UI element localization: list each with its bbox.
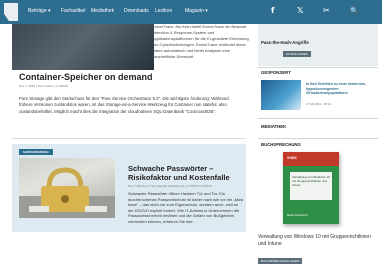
nav-item-label: Beiträge — [28, 8, 47, 14]
top-navbar: Beiträge ▾ Fachartikel Mediathek Downloa… — [0, 0, 382, 24]
read-review-button[interactable]: BUCHSPRECHUNG LESEN — [258, 258, 303, 264]
facebook-icon[interactable]: f — [271, 6, 274, 16]
download-button[interactable]: DOWNLOADEN — [283, 51, 311, 57]
nav-item-fachartikel[interactable]: Fachartikel — [61, 8, 85, 15]
sidebar-download-card — [258, 24, 378, 66]
article-meta: Nov 7 Wochen | Turn Spezial Software AG … — [128, 184, 212, 188]
book-cover-author: Martin Dornbosch — [287, 214, 308, 217]
top-article-excerpt: ExeonTrace. Als Kern bietet ExeonTrace e… — [152, 24, 249, 59]
article-excerpt: Pure Storage gibt den Startschuss für de… — [19, 96, 229, 114]
chevron-down-icon: ▾ — [48, 8, 51, 14]
section-title-buchsprechung: BUCHSPRECHUNG — [261, 142, 301, 147]
book-cover-brand: VHDX — [287, 156, 297, 160]
sponsored-image[interactable] — [261, 80, 301, 110]
article-title[interactable]: Container-Speicher on demand — [19, 72, 153, 82]
chevron-down-icon: ▾ — [205, 8, 208, 14]
xing-icon[interactable]: ✂ — [323, 6, 330, 16]
sidebar-download-title[interactable]: Pass-the-Hash-Angriffe — [261, 40, 309, 45]
book-cover-title: Verwaltung von Windows 10 mit Gruppenric… — [292, 175, 330, 187]
nav-item-label: Magazin — [185, 8, 204, 14]
section-title-gesponsert: GESPONSERT — [261, 70, 291, 75]
nav-item-magazin[interactable]: Magazin ▾ — [185, 8, 208, 15]
book-cover[interactable]: VHDX Verwaltung von Windows 10 mit Grupp… — [283, 152, 339, 224]
nav-item-downloads[interactable]: Downloads — [124, 8, 149, 15]
divider — [258, 138, 378, 139]
divider — [258, 118, 378, 119]
nav-item-lexikon[interactable]: Lexikon — [155, 8, 172, 15]
section-title-mediathek: MEDIATHEK — [261, 124, 287, 129]
nav-item-mediathek[interactable]: Mediathek — [91, 8, 114, 15]
featured-article-title[interactable]: Schwache Passwörter – Risikofaktor und K… — [128, 164, 238, 182]
top-article-image[interactable] — [12, 24, 154, 70]
book-title[interactable]: Verwaltung von Windows 10 mit Gruppenric… — [258, 234, 376, 248]
twitter-icon[interactable]: 𝕏 — [297, 6, 303, 16]
nav-item-beitraege[interactable]: Beiträge ▾ — [28, 8, 51, 15]
divider — [258, 67, 378, 68]
sponsored-date: 27.08.2023 · 08:41 — [306, 102, 332, 106]
search-icon[interactable]: 🔍 — [350, 6, 359, 16]
site-logo[interactable] — [4, 3, 18, 21]
featured-article-excerpt: Schwache Passwörter öffnen Hackern Tür u… — [128, 191, 244, 224]
article-meta: Nov 7, 2023 | Sven Kaiser | ● DRIVE — [19, 84, 69, 88]
category-badge[interactable]: SANFORDERUNG — [19, 149, 53, 155]
padlock-image[interactable] — [19, 158, 115, 218]
divider — [12, 138, 246, 139]
sponsored-title[interactable]: In fünf Schritten zu einer modernen, hyp… — [306, 82, 376, 96]
